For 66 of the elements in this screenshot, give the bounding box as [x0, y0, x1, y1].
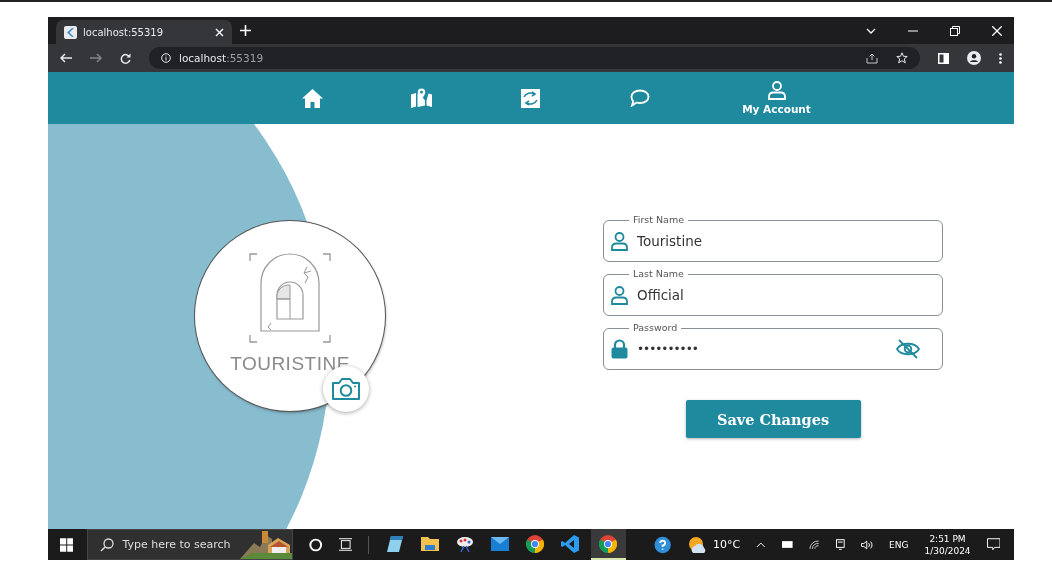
- search-input[interactable]: Type here to search: [122, 538, 233, 551]
- minimize-icon[interactable]: [908, 29, 918, 32]
- wifi-icon[interactable]: [809, 539, 820, 550]
- share-icon[interactable]: [866, 52, 878, 64]
- chat-bubble-icon[interactable]: [629, 89, 650, 107]
- language-indicator[interactable]: ENG: [889, 539, 909, 550]
- temperature-text: 10°C: [712, 538, 741, 551]
- lock-icon: [611, 339, 628, 359]
- swap-arrows-icon[interactable]: [521, 88, 540, 108]
- logo-text: TOURISTINE: [230, 353, 350, 375]
- cortana-circle-icon[interactable]: [309, 537, 323, 552]
- palette-icon: [455, 534, 474, 553]
- notepad-icon: [385, 534, 404, 553]
- chevron-down-icon[interactable]: [866, 27, 876, 34]
- village-illustration-drawing: [240, 529, 293, 559]
- camera-icon: [331, 377, 361, 401]
- person-icon: [611, 285, 628, 305]
- back-arrow-icon[interactable]: [60, 53, 72, 63]
- save-changes-button[interactable]: Save Changes: [685, 400, 861, 438]
- chevron-up-icon[interactable]: [756, 541, 766, 548]
- url-text: localhost:55319: [179, 52, 264, 64]
- field-label: Last Name: [629, 268, 688, 280]
- star-icon[interactable]: [896, 52, 908, 64]
- windows-start-icon[interactable]: [60, 537, 74, 552]
- browser-logo-icon: [599, 534, 618, 553]
- search-icon: [100, 537, 115, 552]
- device-icon[interactable]: [835, 539, 845, 550]
- close-icon[interactable]: [215, 27, 224, 37]
- field-value: ••••••••••: [637, 342, 699, 356]
- notification-icon[interactable]: [986, 538, 1001, 551]
- browser-logo-icon: [525, 534, 544, 553]
- address-bar[interactable]: localhost:55319: [149, 47, 920, 69]
- close-icon[interactable]: [992, 25, 1002, 36]
- clock-date: 1/30/2024: [924, 545, 971, 556]
- map-pin-icon[interactable]: [411, 88, 432, 108]
- help-icon[interactable]: [653, 535, 671, 554]
- folder-icon: [420, 535, 439, 552]
- info-icon: [161, 53, 171, 63]
- mail-envelope-icon: [490, 536, 509, 551]
- forward-arrow-icon[interactable]: [90, 53, 102, 63]
- eye-slash-icon[interactable]: [896, 339, 920, 359]
- sun-cloud-icon: [686, 535, 707, 554]
- person-icon: [611, 231, 628, 251]
- clock-time: 2:51 PM: [929, 533, 966, 544]
- nav-label[interactable]: My Account: [742, 103, 811, 115]
- taskbar-app[interactable]: [591, 529, 626, 560]
- profile-icon[interactable]: [967, 51, 981, 65]
- new-tab-icon[interactable]: [240, 25, 251, 36]
- tab-title: localhost:55319: [83, 26, 165, 38]
- browser-tab[interactable]: localhost:55319: [56, 20, 232, 44]
- taskbar-search-box[interactable]: Type here to search: [87, 529, 294, 560]
- field-value: Touristine: [637, 233, 703, 249]
- side-panel-icon[interactable]: [938, 52, 949, 64]
- reload-icon[interactable]: [120, 52, 131, 64]
- task-view-icon[interactable]: [338, 538, 353, 551]
- field-label: Password: [629, 322, 682, 334]
- battery-icon[interactable]: [781, 541, 794, 548]
- home-icon[interactable]: [302, 88, 323, 108]
- person-icon[interactable]: [767, 81, 786, 100]
- field-value: Official: [637, 287, 685, 303]
- field-label: First Name: [629, 214, 689, 226]
- restore-icon[interactable]: [950, 25, 960, 36]
- speaker-icon[interactable]: [860, 539, 874, 550]
- code-editor-icon: [560, 534, 579, 553]
- menu-icon[interactable]: [999, 52, 1002, 64]
- app-favicon-icon: [64, 25, 77, 39]
